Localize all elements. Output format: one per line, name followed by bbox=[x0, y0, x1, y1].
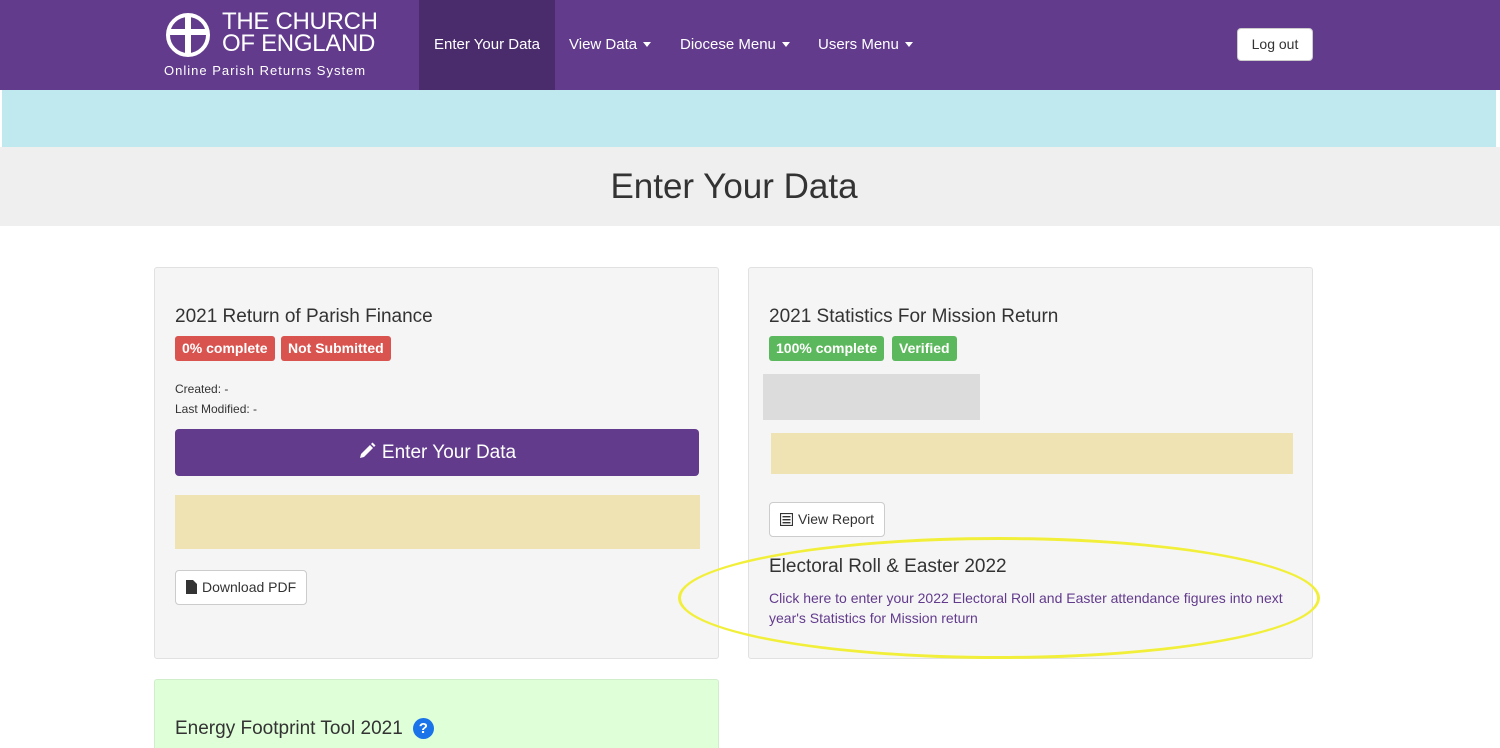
nav-label: Users Menu bbox=[818, 36, 899, 53]
caret-down-icon bbox=[643, 42, 652, 47]
page-header: Enter Your Data bbox=[0, 147, 1500, 226]
completion-badge: 0% complete bbox=[175, 336, 275, 361]
file-icon bbox=[186, 580, 197, 594]
caret-down-icon bbox=[904, 42, 913, 47]
energy-footprint-panel: Energy Footprint Tool 2021? bbox=[154, 679, 719, 748]
nav-users-menu-dropdown[interactable]: Users Menu bbox=[818, 0, 913, 90]
mission-warning-box bbox=[771, 433, 1293, 474]
info-alert-bar bbox=[2, 90, 1496, 147]
nav-view-data-dropdown[interactable]: View Data bbox=[569, 0, 652, 90]
nav-label: View Data bbox=[569, 36, 638, 53]
download-pdf-button[interactable]: Download PDF bbox=[175, 570, 308, 605]
finance-badges: 0% complete Not Submitted bbox=[175, 336, 475, 361]
brand-logo-link[interactable]: THE CHURCH OF ENGLAND Online Parish Retu… bbox=[164, 7, 404, 83]
redacted-block bbox=[763, 374, 980, 420]
list-report-icon bbox=[780, 513, 793, 526]
finance-warning-box bbox=[175, 495, 700, 549]
enter-button-label: Enter Your Data bbox=[381, 442, 517, 463]
nav-label: Diocese Menu bbox=[680, 36, 776, 53]
electoral-roll-link[interactable]: Click here to enter your 2022 Electoral … bbox=[769, 588, 1299, 628]
enter-your-data-button[interactable]: Enter Your Data bbox=[175, 429, 699, 476]
status-badge: Not Submitted bbox=[281, 336, 391, 361]
logout-button[interactable]: Log out bbox=[1237, 28, 1313, 61]
energy-panel-heading: Energy Footprint Tool 2021? bbox=[175, 718, 434, 740]
caret-down-icon bbox=[781, 42, 790, 47]
download-pdf-label: Download PDF bbox=[202, 579, 297, 595]
church-cross-logo-icon bbox=[166, 13, 210, 57]
view-report-label: View Report bbox=[798, 511, 875, 527]
electoral-roll-title: Electoral Roll & Easter 2022 bbox=[769, 556, 1007, 577]
mission-return-panel: 2021 Statistics For Mission Return 100% … bbox=[748, 267, 1313, 659]
last-modified-date: Last Modified: - bbox=[175, 402, 258, 416]
created-date: Created: - bbox=[175, 382, 229, 396]
status-badge: Verified bbox=[892, 336, 957, 361]
page-title: Enter Your Data bbox=[610, 167, 858, 206]
help-question-icon[interactable]: ? bbox=[412, 718, 434, 739]
finance-panel-title: 2021 Return of Parish Finance bbox=[175, 306, 433, 327]
pencil-icon bbox=[359, 442, 376, 458]
nav-enter-your-data[interactable]: Enter Your Data bbox=[419, 0, 555, 90]
finance-return-panel: 2021 Return of Parish Finance 0% complet… bbox=[154, 267, 719, 659]
view-report-button[interactable]: View Report bbox=[769, 502, 886, 537]
energy-panel-title: Energy Footprint Tool 2021 bbox=[175, 718, 403, 739]
nav-diocese-menu-dropdown[interactable]: Diocese Menu bbox=[680, 0, 790, 90]
completion-badge: 100% complete bbox=[769, 336, 885, 361]
top-navbar: THE CHURCH OF ENGLAND Online Parish Retu… bbox=[0, 0, 1500, 90]
brand-subtitle: Online Parish Returns System bbox=[164, 63, 367, 78]
mission-badges: 100% complete Verified bbox=[769, 336, 1069, 361]
mission-panel-title: 2021 Statistics For Mission Return bbox=[769, 306, 1059, 327]
nav-label: Enter Your Data bbox=[434, 36, 540, 53]
brand-name-line2: OF ENGLAND bbox=[222, 30, 376, 57]
